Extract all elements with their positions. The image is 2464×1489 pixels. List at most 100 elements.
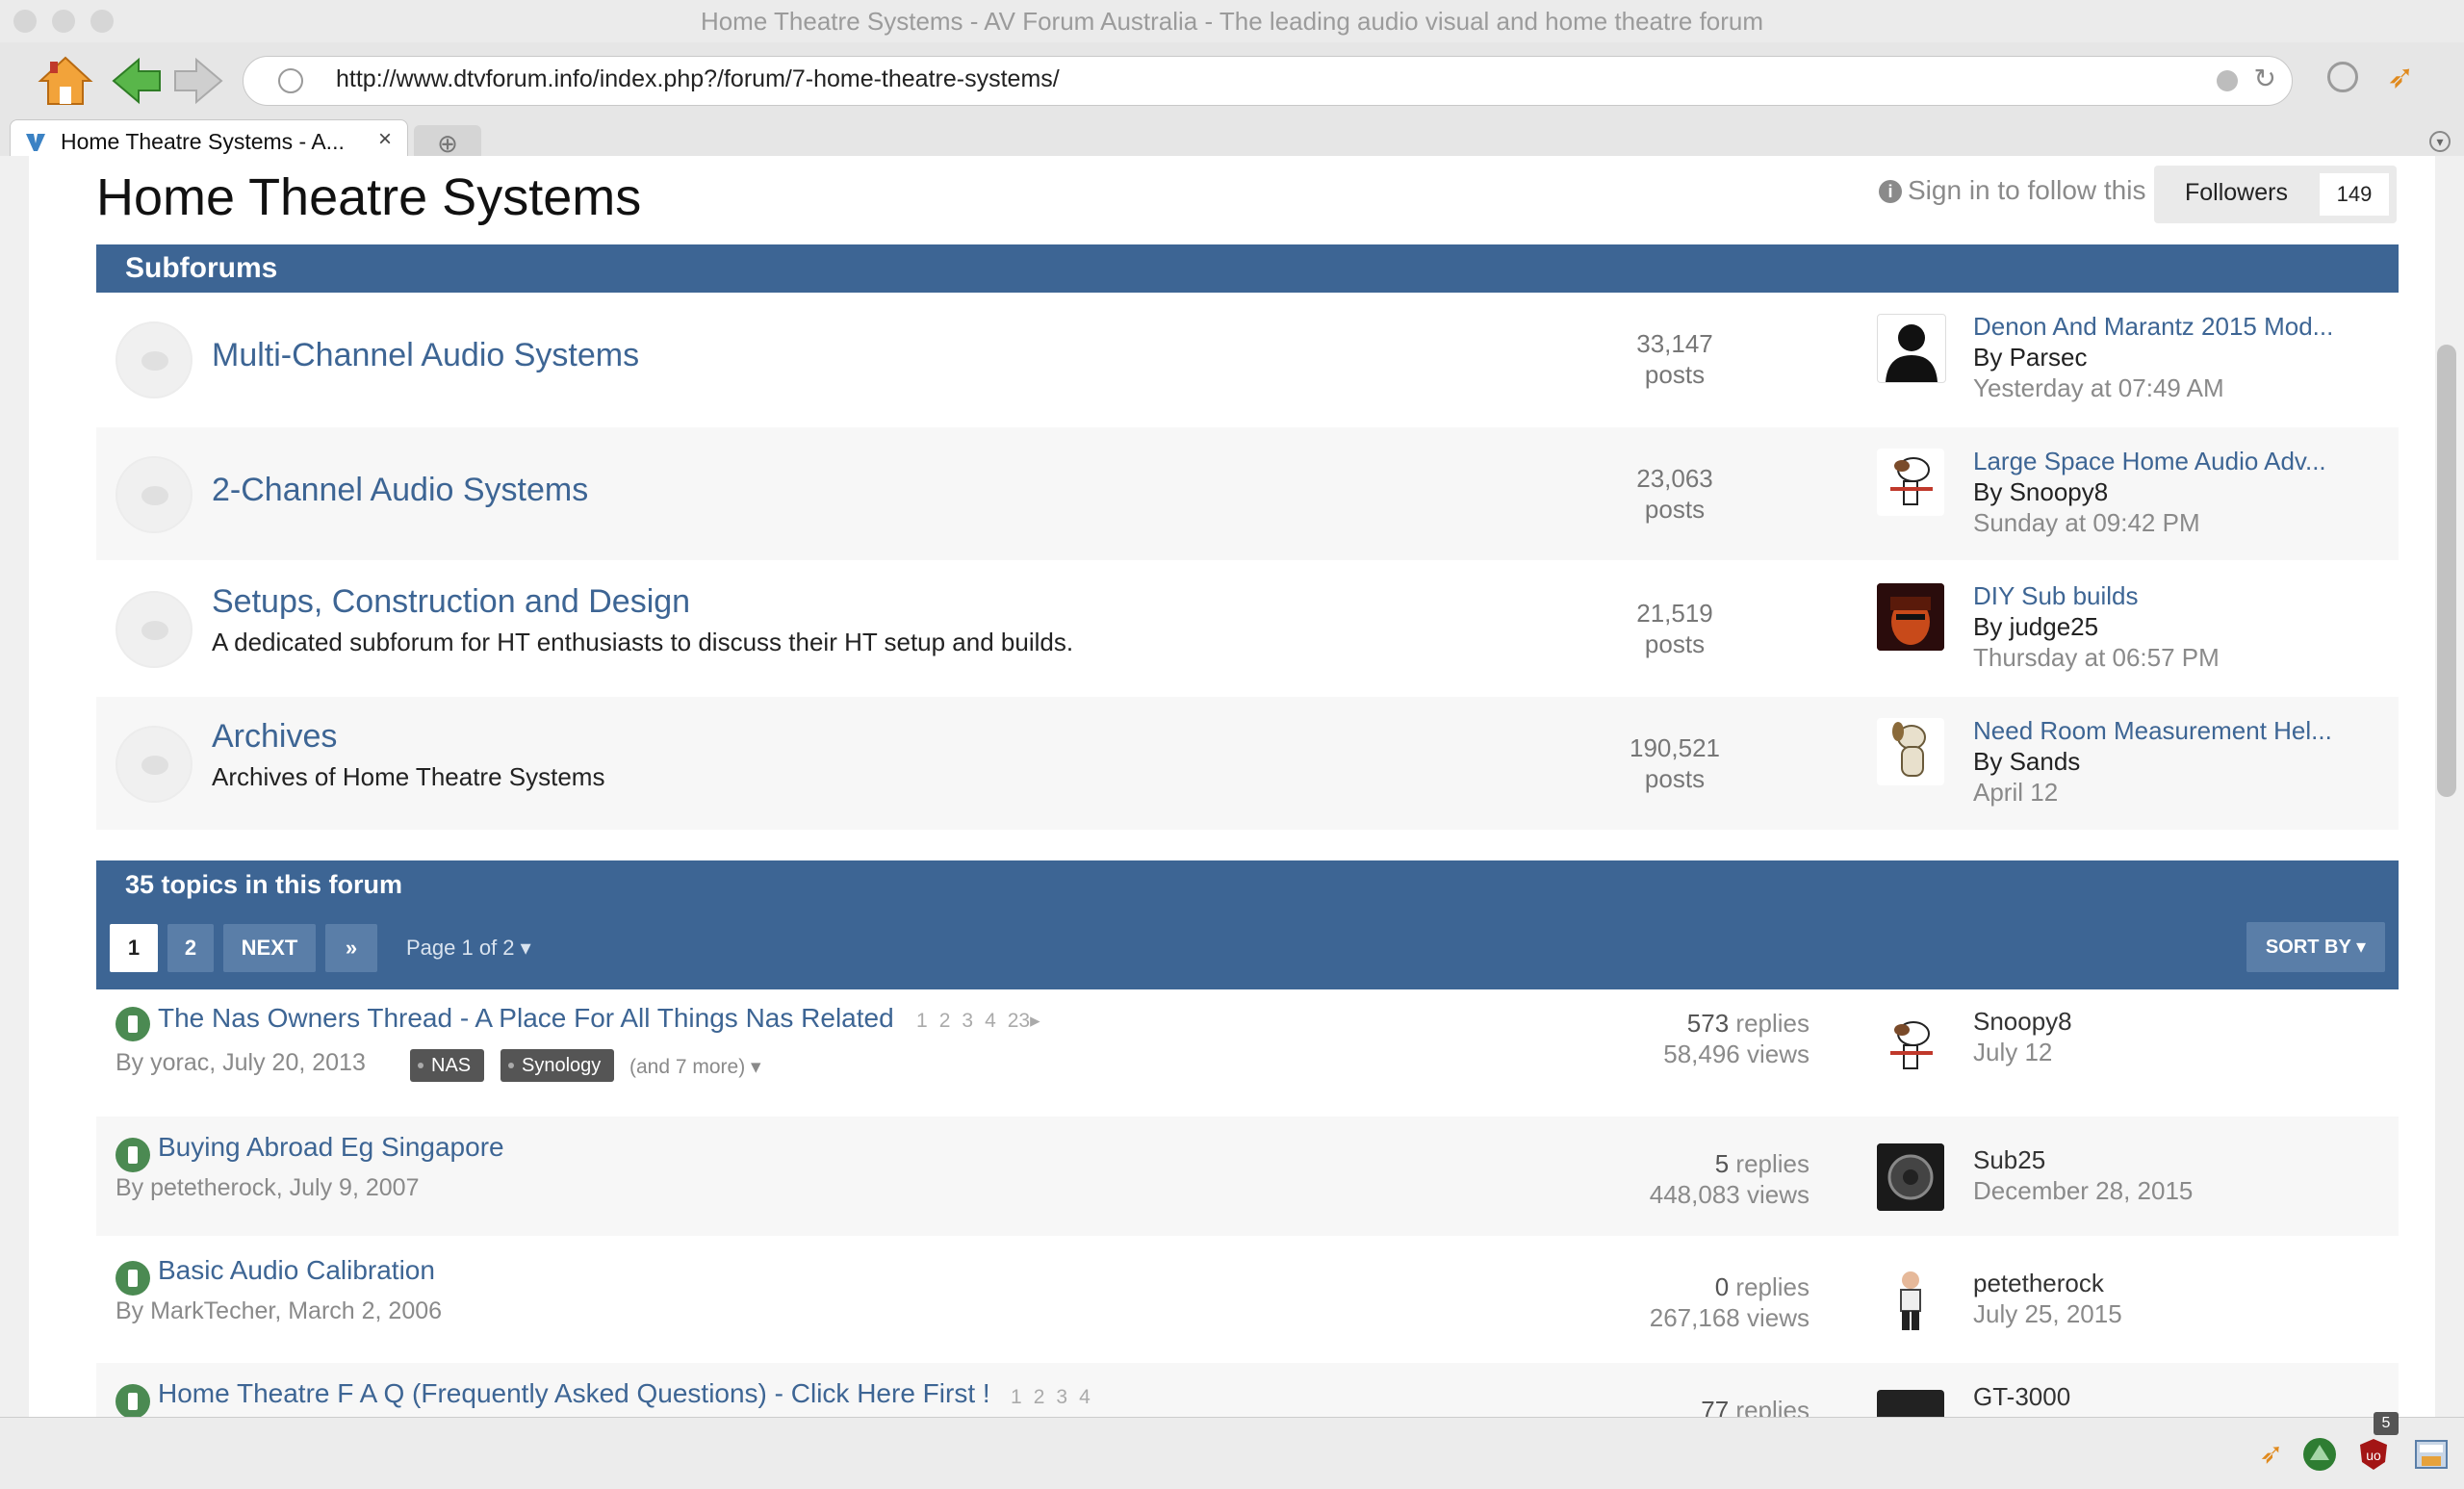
tag-nas[interactable]: NAS [410,1049,485,1082]
last-post-author[interactable]: By judge25 [1973,612,2098,642]
topic-page-link[interactable]: 4 [985,1010,996,1032]
subforum-name[interactable]: Archives [212,718,337,756]
ublock-shield-icon[interactable]: uo [2354,1435,2393,1474]
last-post-title[interactable]: Large Space Home Audio Adv... [1973,447,2326,476]
page-scrollbar[interactable] [2437,345,2456,797]
replies-value: 573 [1686,1009,1730,1038]
next-page-button[interactable]: NEXT [223,924,316,972]
page-title: Home Theatre Systems [96,168,642,226]
last-post-title[interactable]: Denon And Marantz 2015 Mod... [1973,312,2333,342]
minimize-window-button[interactable] [52,10,75,33]
pin-icon [116,1261,150,1296]
page-2-button[interactable]: 2 [167,924,214,972]
sign-in-follow-link[interactable]: i Sign in to follow this [1879,175,2145,206]
bird-icon[interactable]: ➶ [2252,1435,2291,1474]
last-post-author[interactable]: By Sands [1973,747,2080,777]
silhouette-avatar[interactable] [1877,314,1946,383]
topics-count-heading: 35 topics in this forum [125,870,403,899]
topic-meta: By MarkTecher, March 2, 2006 [116,1297,443,1324]
replies-count: 0 replies [1598,1272,1810,1302]
subforum-description: A dedicated subforum for HT enthusiasts … [212,628,1074,656]
post-count: 33,147 [1636,329,1713,358]
topic-page-link[interactable]: 1 [1011,1386,1022,1408]
replies-label: replies [1735,1149,1810,1178]
page-jump-dropdown[interactable]: Page 1 of 2 ▾ [406,936,531,961]
subwoofer-avatar[interactable] [1877,1143,1944,1211]
topic-page-link[interactable]: 23▸ [1008,1010,1040,1032]
tabs-menu-icon[interactable]: ▾ [2429,131,2451,152]
replies-count: 77 replies [1598,1396,1810,1417]
post-count: 190,521 [1630,733,1720,762]
replies-value: 77 [1701,1396,1730,1417]
petetherock-avatar[interactable] [1877,1267,1944,1334]
sort-by-button[interactable]: SORT BY ▾ [2246,922,2385,972]
last-reply-date: July 12 [1973,1038,2053,1066]
home-icon[interactable] [37,52,94,110]
last-reply-user[interactable]: petetherock [1973,1269,2104,1298]
views-count: 267,168 views [1649,1303,1810,1332]
leaf-extension-icon[interactable] [2300,1435,2339,1474]
last-page-button[interactable]: » [325,924,377,972]
dropdown-icon[interactable] [2217,70,2238,91]
browser-toolbar: http://www.dtvforum.info/index.php?/foru… [0,42,2464,162]
subforum-name[interactable]: 2-Channel Audio Systems [212,472,588,509]
back-arrow-icon[interactable] [108,52,166,110]
topic-page-link[interactable]: 4 [1079,1386,1091,1408]
subforums-header: Subforums [96,244,2399,293]
snoopy-avatar[interactable] [1877,449,1944,516]
judge-avatar[interactable] [1877,583,1944,651]
replies-count: 5 replies [1598,1149,1810,1179]
topic-title[interactable]: The Nas Owners Thread - A Place For All … [158,1003,894,1034]
topic-page-link[interactable]: 3 [962,1010,973,1032]
last-reply-user[interactable]: Sub25 [1973,1145,2045,1175]
page-1-button[interactable]: 1 [110,924,158,972]
replies-count: 573 replies [1598,1009,1810,1039]
last-post-title[interactable]: Need Room Measurement Hel... [1973,716,2332,746]
topic-row: Buying Abroad Eg Singapore By petetheroc… [96,1117,2399,1236]
forum-bubble-icon [116,726,192,803]
subforum-name[interactable]: Setups, Construction and Design [212,583,690,621]
topic-row: The Nas Owners Thread - A Place For All … [96,989,2399,1113]
save-page-icon[interactable] [2412,1435,2451,1474]
subforum-description: Archives of Home Theatre Systems [212,762,605,791]
gt3000-avatar[interactable] [1877,1390,1944,1417]
topics-header: 35 topics in this forum 1 2 NEXT » Page … [96,860,2399,989]
zoom-window-button[interactable] [90,10,114,33]
info-icon: i [1879,180,1902,203]
topic-title[interactable]: Basic Audio Calibration [158,1255,435,1286]
last-post-author[interactable]: By Parsec [1973,343,2088,372]
replies-label: replies [1735,1272,1810,1301]
topic-page-link[interactable]: 2 [1034,1386,1045,1408]
last-reply-date: December 28, 2015 [1973,1176,2194,1205]
tag-synology[interactable]: Synology [500,1049,615,1082]
reload-icon[interactable]: ↻ [2254,63,2276,94]
views-count: 448,083 views [1649,1180,1810,1209]
last-post-date: April 12 [1973,778,2059,807]
bird-icon[interactable]: ➶ [2387,58,2415,96]
topic-title[interactable]: Home Theatre F A Q (Frequently Asked Que… [158,1378,990,1409]
url-text[interactable]: http://www.dtvforum.info/index.php?/foru… [336,65,1060,93]
topic-page-link[interactable]: 1 [916,1010,928,1032]
last-reply-user[interactable]: Snoopy8 [1973,1007,2072,1037]
subforum-name[interactable]: Multi-Channel Audio Systems [212,337,639,374]
tab-close-icon[interactable]: × [378,126,392,153]
forward-arrow-icon[interactable] [169,52,227,110]
topic-page-link[interactable]: 2 [939,1010,951,1032]
close-window-button[interactable] [13,10,37,33]
last-post-author[interactable]: By Snoopy8 [1973,477,2108,507]
subforum-row: Archives Archives of Home Theatre System… [96,697,2399,830]
circle-icon[interactable] [2327,62,2358,92]
last-post-title[interactable]: DIY Sub builds [1973,581,2139,611]
tab-title: Home Theatre Systems - A... [61,129,345,154]
topic-page-link[interactable]: 3 [1056,1386,1067,1408]
topic-title[interactable]: Buying Abroad Eg Singapore [158,1132,504,1163]
window-title: Home Theatre Systems - AV Forum Australi… [700,7,1764,36]
followers-button[interactable]: Followers 149 [2154,166,2397,223]
address-bar[interactable]: http://www.dtvforum.info/index.php?/foru… [243,56,2293,106]
last-reply-user[interactable]: GT-3000 [1973,1382,2070,1412]
post-count: 23,063 [1636,464,1713,493]
subforum-row: 2-Channel Audio Systems 23,063 posts Lar… [96,427,2399,560]
snoopy-avatar[interactable] [1877,1013,1944,1080]
more-tags-dropdown[interactable]: (and 7 more) ▾ [629,1055,761,1079]
dog-avatar[interactable] [1877,718,1944,785]
